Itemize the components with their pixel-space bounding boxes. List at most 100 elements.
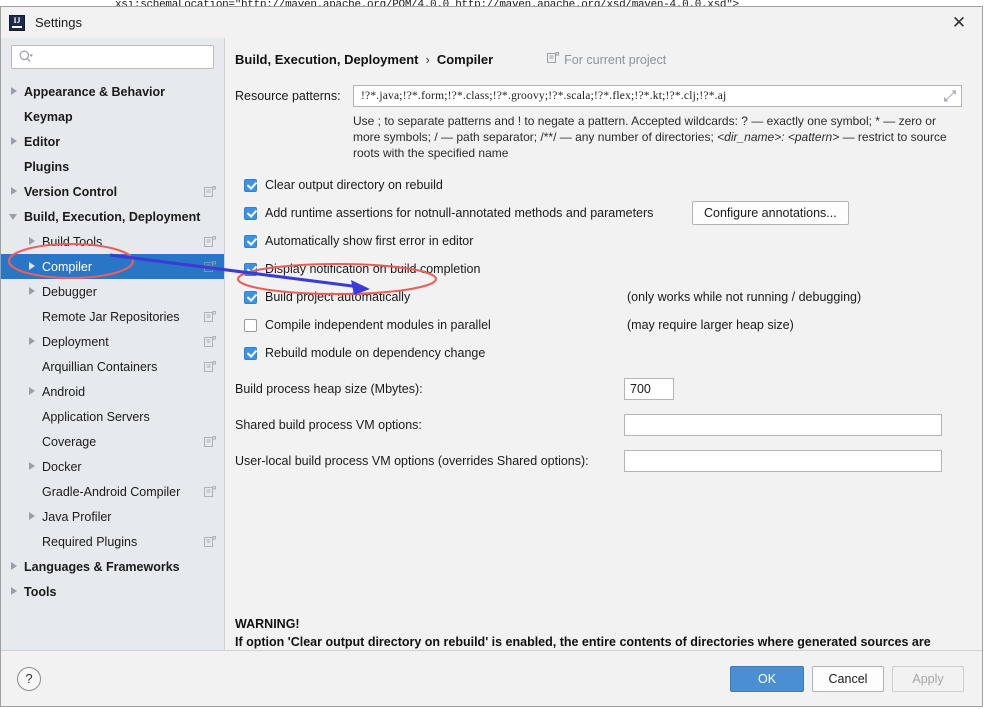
- checkbox-display-notification-on-build-completion[interactable]: [244, 262, 257, 276]
- sidebar-item-coverage[interactable]: Coverage: [1, 429, 224, 454]
- checkbox-label[interactable]: Clear output directory on rebuild: [265, 178, 443, 192]
- checkbox-label[interactable]: Compile independent modules in parallel: [265, 318, 491, 332]
- field-label: User-local build process VM options (ove…: [235, 454, 589, 468]
- project-scope-icon: [204, 185, 216, 198]
- sidebar-item-android[interactable]: Android: [1, 379, 224, 404]
- sidebar-item-version-control[interactable]: Version Control: [1, 179, 224, 204]
- sidebar-item-languages-frameworks[interactable]: Languages & Frameworks: [1, 554, 224, 579]
- input-shared-build-process-vm-options[interactable]: [624, 414, 942, 436]
- cancel-button[interactable]: Cancel: [812, 665, 884, 692]
- chevron-right-icon[interactable]: [27, 336, 38, 347]
- configure-annotations-button[interactable]: Configure annotations...: [692, 201, 849, 225]
- sidebar-item-tools[interactable]: Tools: [1, 579, 224, 604]
- sidebar-item-arquillian-containers[interactable]: Arquillian Containers: [1, 354, 224, 379]
- chevron-right-icon[interactable]: [9, 561, 20, 572]
- status-badge-label: For current project: [564, 52, 667, 67]
- window-title: Settings: [35, 15, 82, 30]
- sidebar-item-label: Docker: [42, 459, 82, 474]
- chevron-right-icon[interactable]: [9, 136, 20, 147]
- chevron-right-icon[interactable]: [9, 86, 20, 97]
- resource-patterns-input[interactable]: [359, 89, 943, 103]
- settings-dialog: IJ Settings ✕ Appearance & Behavior Keym…: [0, 6, 983, 707]
- chevron-down-icon[interactable]: [9, 211, 20, 222]
- checkbox-label[interactable]: Automatically show first error in editor: [265, 234, 473, 248]
- sidebar-item-docker[interactable]: Docker: [1, 454, 224, 479]
- sidebar-item-build-execution-deployment[interactable]: Build, Execution, Deployment: [1, 204, 224, 229]
- project-scope-icon: [204, 360, 216, 373]
- sidebar-item-label: Compiler: [42, 259, 93, 274]
- expand-icon[interactable]: [943, 89, 957, 103]
- sidebar-item-gradle-android-compiler[interactable]: Gradle-Android Compiler: [1, 479, 224, 504]
- checkbox-clear-output-directory-on-rebuild[interactable]: [244, 178, 257, 192]
- sidebar-item-editor[interactable]: Editor: [1, 129, 224, 154]
- warning-body: If option 'Clear output directory on reb…: [235, 635, 931, 649]
- sidebar-item-label: Appearance & Behavior: [24, 84, 166, 99]
- chevron-right-icon[interactable]: [9, 586, 20, 597]
- help-button[interactable]: ?: [17, 666, 41, 691]
- checkbox-note: (only works while not running / debuggin…: [627, 290, 862, 304]
- sidebar-item-debugger[interactable]: Debugger: [1, 279, 224, 304]
- input-build-process-heap-size-mbytes[interactable]: [624, 378, 674, 400]
- sidebar-item-required-plugins[interactable]: Required Plugins: [1, 529, 224, 554]
- search-box[interactable]: [11, 45, 214, 69]
- dialog-footer: ? OK Cancel Apply: [1, 650, 982, 706]
- project-scope-icon: [547, 52, 564, 67]
- compiler-settings-panel: Build, Execution, Deployment › Compiler …: [225, 38, 982, 650]
- sidebar-item-label: Android: [42, 384, 86, 399]
- sidebar-item-label: Coverage: [42, 434, 97, 449]
- checkbox-compile-independent-modules-in-parallel[interactable]: [244, 318, 257, 332]
- chevron-right-icon[interactable]: [27, 461, 38, 472]
- checkbox-label[interactable]: Add runtime assertions for notnull-annot…: [265, 206, 653, 220]
- sidebar-item-label: Gradle-Android Compiler: [42, 484, 181, 499]
- checkbox-row: Rebuild module on dependency change: [235, 341, 962, 365]
- sidebar-item-compiler[interactable]: Compiler: [1, 254, 224, 279]
- chevron-right-icon[interactable]: [9, 186, 20, 197]
- resource-patterns-hint: Use ; to separate patterns and ! to nega…: [353, 113, 962, 161]
- chevron-right-icon[interactable]: [27, 236, 38, 247]
- settings-tree: Appearance & Behavior Keymap Editor Plugins…: [1, 77, 224, 650]
- sidebar-item-appearance-behavior[interactable]: Appearance & Behavior: [1, 79, 224, 104]
- checkbox-add-runtime-assertions-for-notnull-annotated-methods-and-parameters[interactable]: [244, 206, 257, 220]
- checkbox-row: Clear output directory on rebuild: [235, 173, 962, 197]
- close-icon[interactable]: ✕: [936, 7, 982, 38]
- sidebar-item-remote-jar-repositories[interactable]: Remote Jar Repositories: [1, 304, 224, 329]
- sidebar-item-label: Keymap: [24, 109, 73, 124]
- sidebar-item-java-profiler[interactable]: Java Profiler: [1, 504, 224, 529]
- checkbox-rebuild-module-on-dependency-change[interactable]: [244, 346, 257, 360]
- project-scope-icon: [204, 260, 216, 273]
- sidebar-item-label: Remote Jar Repositories: [42, 309, 180, 324]
- chevron-right-icon[interactable]: [27, 261, 38, 272]
- ok-button[interactable]: OK: [730, 665, 804, 692]
- apply-button[interactable]: Apply: [892, 665, 964, 692]
- chevron-right-icon[interactable]: [27, 286, 38, 297]
- checkbox-automatically-show-first-error-in-editor[interactable]: [244, 234, 257, 248]
- chevron-right-icon[interactable]: [27, 511, 38, 522]
- checkbox-note: (may require larger heap size): [627, 318, 794, 332]
- sidebar-item-keymap[interactable]: Keymap: [1, 104, 224, 129]
- resource-patterns-field[interactable]: [353, 85, 962, 107]
- breadcrumb-root[interactable]: Build, Execution, Deployment: [235, 52, 418, 67]
- checkbox-label[interactable]: Display notification on build completion: [265, 262, 480, 276]
- sidebar-item-label: Debugger: [42, 284, 97, 299]
- checkbox-label[interactable]: Build project automatically: [265, 290, 410, 304]
- resource-patterns-row: Resource patterns:: [235, 85, 962, 107]
- sidebar-item-deployment[interactable]: Deployment: [1, 329, 224, 354]
- sidebar-item-plugins[interactable]: Plugins: [1, 154, 224, 179]
- sidebar-item-label: Tools: [24, 584, 57, 599]
- compiler-options-list: Clear output directory on rebuild Add run…: [235, 173, 962, 365]
- sidebar-item-application-servers[interactable]: Application Servers: [1, 404, 224, 429]
- sidebar-item-build-tools[interactable]: Build Tools: [1, 229, 224, 254]
- checkbox-build-project-automatically[interactable]: [244, 290, 257, 304]
- compiler-fields-list: Build process heap size (Mbytes): Shared …: [235, 377, 962, 473]
- warning-heading: WARNING!: [235, 617, 300, 631]
- input-user-local-build-process-vm-options-overrides-shared-options[interactable]: [624, 450, 942, 472]
- search-input[interactable]: [34, 50, 207, 64]
- chevron-right-icon[interactable]: [27, 386, 38, 397]
- checkbox-row: Automatically show first error in editor: [235, 229, 962, 253]
- checkbox-label[interactable]: Rebuild module on dependency change: [265, 346, 485, 360]
